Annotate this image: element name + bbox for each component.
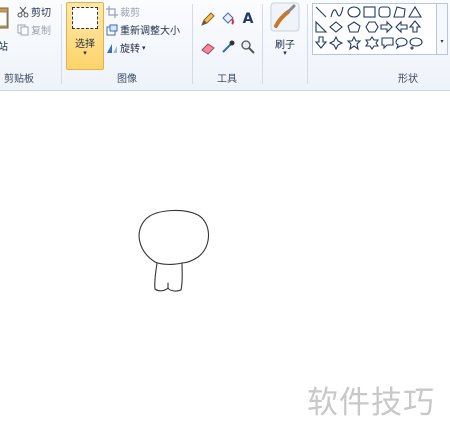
text-tool-icon: A (242, 11, 254, 27)
magnifier-tool[interactable] (239, 38, 257, 56)
resize-icon (106, 24, 118, 35)
eyedropper-icon (222, 40, 235, 53)
brushes-button[interactable]: 刷子 ▾ (268, 2, 302, 62)
shapes-group: 形状 (308, 0, 450, 90)
paste-button[interactable]: 站 (0, 2, 10, 62)
magnifier-icon (241, 40, 255, 54)
crop-label: 裁剪 (120, 8, 140, 19)
copy-button[interactable]: 复制 (17, 22, 51, 37)
eraser-icon (201, 43, 215, 55)
chevron-down-icon: ▾ (283, 49, 287, 57)
chevron-down-icon: ▾ (83, 49, 87, 57)
eraser-tool[interactable] (199, 38, 217, 56)
image-group-label: 图像 (117, 74, 137, 85)
rotate-button[interactable]: 旋转 ▾ (106, 40, 146, 55)
copy-icon (17, 24, 29, 35)
resize-button[interactable]: 重新调整大小 (106, 22, 180, 37)
select-label: 选择 (75, 39, 95, 50)
copy-label: 复制 (31, 26, 51, 37)
crop-button[interactable]: 裁剪 (106, 4, 140, 19)
paint-bucket-icon (222, 12, 234, 25)
brush-icon (270, 2, 300, 32)
rotate-label: 旋转 (120, 44, 140, 55)
cut-label: 剪切 (31, 8, 51, 19)
tools-group-label: 工具 (217, 74, 237, 85)
resize-label: 重新调整大小 (120, 26, 180, 37)
select-button[interactable]: 选择 ▾ (66, 2, 104, 70)
cut-button[interactable]: 剪切 (17, 4, 51, 19)
watermark-text: 软件技巧 (307, 385, 435, 421)
shapes-group-label: 形状 (398, 74, 418, 85)
ribbon: 站 剪切 复制 剪贴板 图像 选择 ▾ 裁剪 重新调整大小 旋转 ▾ 工具 A … (0, 0, 450, 91)
pencil-icon (201, 12, 215, 26)
rotate-icon (107, 43, 117, 53)
paste-icon (0, 7, 9, 29)
color-picker-tool[interactable] (219, 38, 237, 56)
group-separator (262, 4, 263, 84)
paste-label: 站 (0, 42, 8, 53)
pencil-tool[interactable] (199, 10, 217, 28)
crop-icon (106, 5, 118, 18)
clipboard-group-label: 剪贴板 (4, 74, 34, 85)
select-rectangle-icon (72, 7, 98, 29)
clipboard-group: 站 剪切 复制 剪贴板 (0, 0, 60, 90)
chevron-down-icon: ▾ (142, 43, 146, 52)
scissors-icon (17, 6, 29, 17)
text-tool[interactable]: A (239, 10, 257, 28)
fill-tool[interactable] (219, 10, 237, 28)
